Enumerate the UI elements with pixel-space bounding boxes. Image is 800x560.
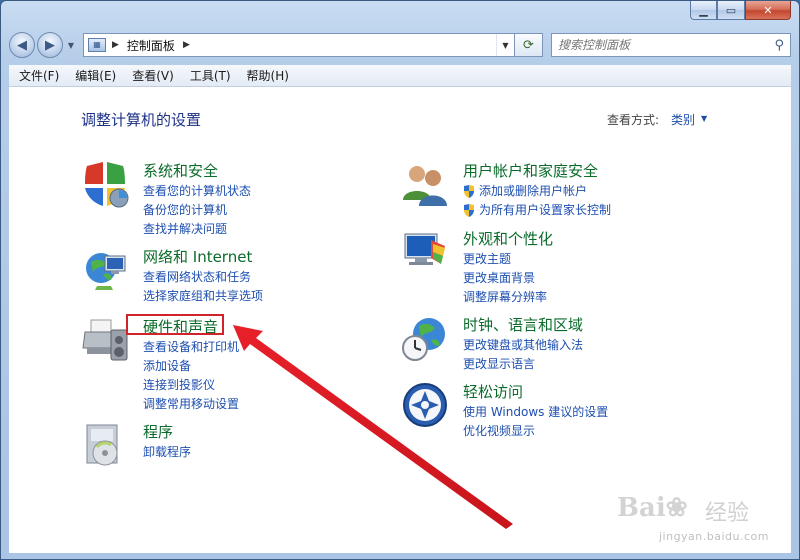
menu-help[interactable]: 帮助(H) <box>239 67 297 84</box>
baidu-logo-icon: Bai❀ <box>617 493 688 523</box>
baidu-watermark: Bai❀ 经验 jingyan.baidu.com <box>609 493 789 551</box>
control-panel-window: ▁ ▭ ✕ ◀ ▶ ▼ ▦ ▶ 控制面板 ▶ ▼ ⟳ ⚲ 文件(F) 编辑(E)… <box>0 0 800 560</box>
link-change-theme[interactable]: 更改主题 <box>463 250 547 269</box>
link-parental-controls[interactable]: 为所有用户设置家长控制 <box>463 201 611 220</box>
category-title[interactable]: 轻松访问 <box>463 381 523 402</box>
view-by-dropdown-icon[interactable]: ▼ <box>701 114 707 123</box>
category-title[interactable]: 系统和安全 <box>143 160 218 181</box>
view-by-selector[interactable]: 类别 <box>671 111 695 128</box>
appearance-icon <box>404 233 445 265</box>
refresh-button[interactable]: ⟳ <box>515 33 543 57</box>
category-title[interactable]: 网络和 Internet <box>143 246 252 267</box>
address-dropdown-icon[interactable]: ▼ <box>496 34 514 56</box>
link-add-remove-accounts[interactable]: 添加或删除用户帐户 <box>463 182 611 201</box>
link-change-keyboard-input[interactable]: 更改键盘或其他输入法 <box>463 336 583 355</box>
uac-shield-icon <box>464 204 474 217</box>
link-adjust-resolution[interactable]: 调整屏幕分辨率 <box>463 288 547 307</box>
link-homegroup-sharing[interactable]: 选择家庭组和共享选项 <box>143 287 263 306</box>
maximize-button[interactable]: ▭ <box>717 1 745 20</box>
jingyan-logo-icon: 经验 <box>705 501 750 526</box>
page-title: 调整计算机的设置 <box>81 111 202 129</box>
menu-tools[interactable]: 工具(T) <box>182 67 239 84</box>
highlight-box-hardware-sound <box>126 314 224 335</box>
caption-buttons: ▁ ▭ ✕ <box>690 1 791 21</box>
menu-edit[interactable]: 编辑(E) <box>67 67 124 84</box>
category-title[interactable]: 用户帐户和家庭安全 <box>463 160 598 181</box>
link-windows-recommended-settings[interactable]: 使用 Windows 建议的设置 <box>463 403 608 422</box>
link-add-device[interactable]: 添加设备 <box>143 357 239 376</box>
link-mobility-settings[interactable]: 调整常用移动设置 <box>143 395 239 414</box>
close-button[interactable]: ✕ <box>745 1 791 20</box>
category-title[interactable]: 外观和个性化 <box>463 228 553 249</box>
address-bar[interactable]: ▦ ▶ 控制面板 ▶ ▼ <box>83 33 515 57</box>
watermark-url: jingyan.baidu.com <box>658 530 769 543</box>
back-button[interactable]: ◀ <box>9 32 35 58</box>
breadcrumb-separator-icon[interactable]: ▶ <box>112 40 119 50</box>
recent-pages-dropdown[interactable]: ▼ <box>65 41 77 50</box>
menu-file[interactable]: 文件(F) <box>11 67 67 84</box>
programs-icon <box>86 424 118 466</box>
search-box[interactable]: ⚲ <box>551 33 791 57</box>
forward-button[interactable]: ▶ <box>37 32 63 58</box>
uac-shield-icon <box>464 185 474 198</box>
search-input[interactable] <box>558 38 775 52</box>
link-backup-computer[interactable]: 备份您的计算机 <box>143 201 251 220</box>
link-connect-projector[interactable]: 连接到投影仪 <box>143 376 239 395</box>
link-label: 添加或删除用户帐户 <box>479 184 588 198</box>
network-icon <box>86 253 126 290</box>
breadcrumb-control-panel[interactable]: 控制面板 <box>127 37 175 54</box>
link-devices-printers[interactable]: 查看设备和打印机 <box>143 338 239 357</box>
printer-icon <box>82 319 128 361</box>
menu-bar: 文件(F) 编辑(E) 查看(V) 工具(T) 帮助(H) <box>9 65 791 87</box>
link-view-computer-status[interactable]: 查看您的计算机状态 <box>143 182 251 201</box>
link-uninstall-program[interactable]: 卸载程序 <box>143 443 191 462</box>
link-change-display-language[interactable]: 更改显示语言 <box>463 355 583 374</box>
clock-globe-icon <box>402 318 445 361</box>
breadcrumb-chevron-icon[interactable]: ▶ <box>183 40 190 50</box>
link-find-fix-problems[interactable]: 查找并解决问题 <box>143 220 251 239</box>
link-label: 为所有用户设置家长控制 <box>479 203 612 217</box>
navigation-bar: ◀ ▶ ▼ ▦ ▶ 控制面板 ▶ ▼ ⟳ ⚲ <box>9 31 791 59</box>
category-title[interactable]: 时钟、语言和区域 <box>463 314 583 335</box>
link-change-desktop-background[interactable]: 更改桌面背景 <box>463 269 547 288</box>
control-panel-icon: ▦ <box>88 38 106 52</box>
shield-icon <box>85 162 129 208</box>
link-optimize-video-display[interactable]: 优化视频显示 <box>463 422 608 441</box>
users-icon <box>403 166 447 206</box>
category-title[interactable]: 程序 <box>143 421 173 442</box>
menu-view[interactable]: 查看(V) <box>124 67 182 84</box>
ease-of-access-icon <box>403 383 447 427</box>
view-by-label: 查看方式: <box>607 113 660 127</box>
search-icon[interactable]: ⚲ <box>774 38 784 53</box>
link-view-network-status[interactable]: 查看网络状态和任务 <box>143 268 263 287</box>
minimize-button[interactable]: ▁ <box>690 1 717 20</box>
